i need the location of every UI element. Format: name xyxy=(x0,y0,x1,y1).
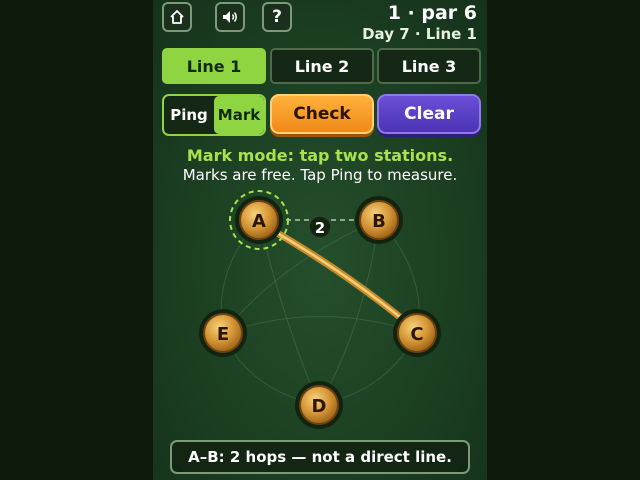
ping-badge-label: 2 xyxy=(315,219,325,237)
status-message: A–B: 2 hops — not a direct line. xyxy=(170,440,470,474)
station-d[interactable]: D xyxy=(295,381,343,429)
station-c-label: C xyxy=(410,324,423,345)
station-board: 2 A B C D E xyxy=(199,190,441,429)
station-a[interactable]: A xyxy=(235,196,283,244)
faint-link-e-c xyxy=(222,316,418,334)
station-e[interactable]: E xyxy=(199,309,247,357)
station-e-label: E xyxy=(217,324,229,345)
station-b[interactable]: B xyxy=(355,196,403,244)
left-backdrop xyxy=(0,0,153,480)
game-panel: ? 1 · par 6 Day 7 · Line 1 Line 1 Line 2… xyxy=(153,0,487,480)
station-d-label: D xyxy=(312,396,327,417)
faint-link-b-d xyxy=(318,219,380,406)
station-b-label: B xyxy=(372,211,386,232)
station-c[interactable]: C xyxy=(393,309,441,357)
right-backdrop xyxy=(487,0,640,480)
station-a-label: A xyxy=(252,211,266,232)
